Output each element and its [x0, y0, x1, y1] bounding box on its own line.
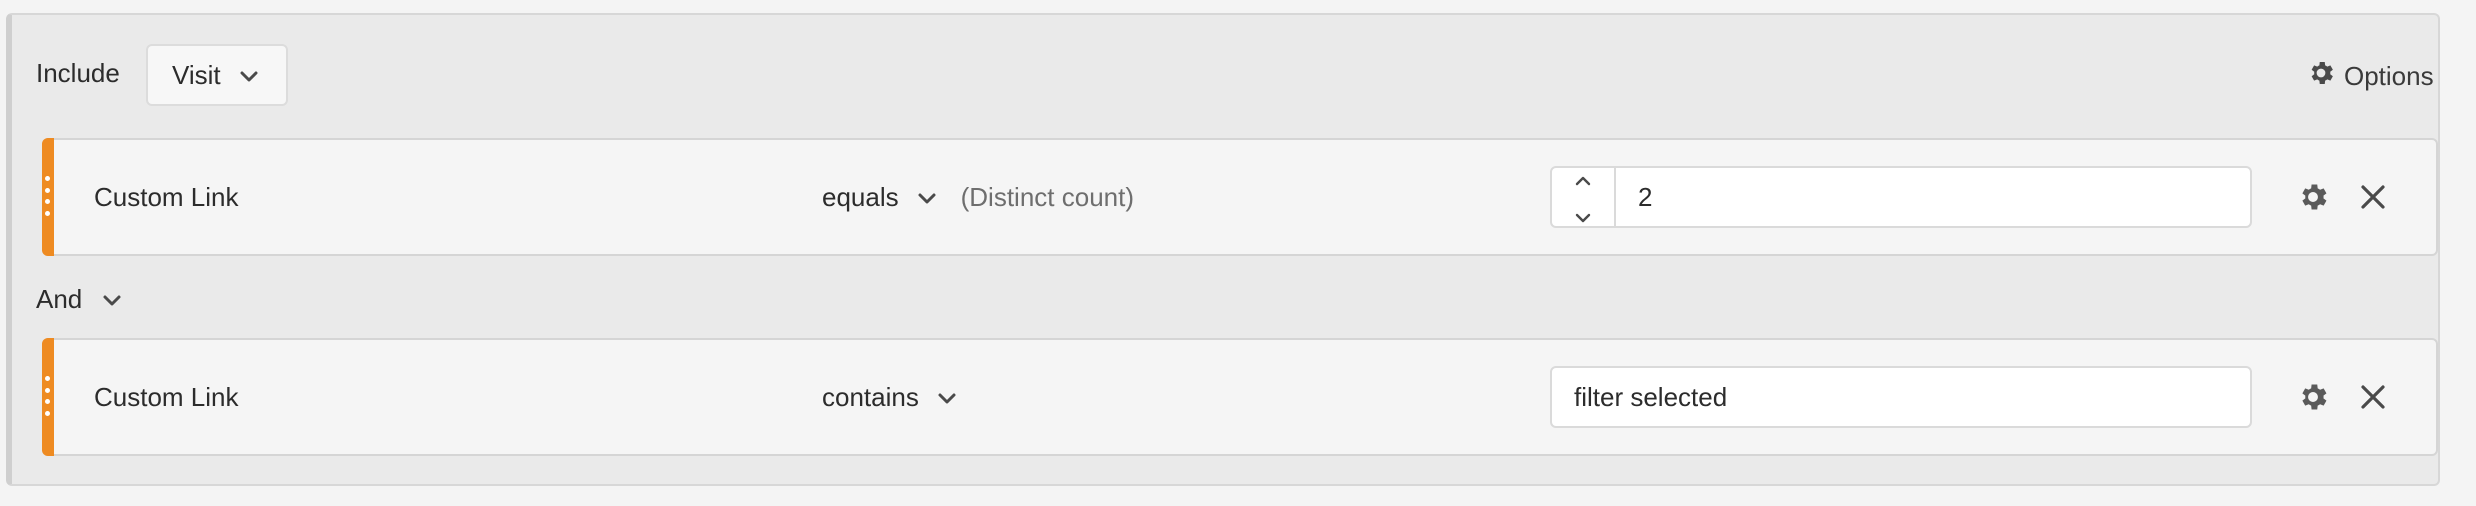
gear-icon	[2306, 58, 2344, 95]
gear-icon[interactable]	[2296, 180, 2330, 219]
value-input[interactable]: filter selected	[1550, 366, 2252, 428]
container-type-value: Visit	[172, 59, 221, 90]
chevron-down-icon	[102, 284, 122, 315]
gear-icon[interactable]	[2296, 380, 2330, 419]
value-input[interactable]: 2	[1550, 166, 2252, 228]
logic-connector-dropdown[interactable]: And	[36, 284, 122, 315]
connector-label: And	[36, 284, 83, 314]
close-icon[interactable]	[2358, 382, 2388, 417]
chevron-up-icon[interactable]	[1574, 163, 1592, 194]
container-type-dropdown[interactable]: Visit	[146, 44, 288, 106]
operator-value: equals	[822, 182, 899, 212]
rule-row[interactable]: Custom Link contains filter selected	[42, 338, 2438, 456]
value-text[interactable]: filter selected	[1552, 382, 1727, 413]
operator-value: contains	[822, 382, 919, 412]
drag-handle[interactable]	[42, 338, 54, 456]
options-label: Options	[2344, 61, 2434, 91]
chevron-down-icon	[239, 60, 259, 91]
operator-hint: (Distinct count)	[960, 182, 1135, 212]
chevron-down-icon	[937, 382, 957, 413]
include-label: Include	[36, 58, 120, 88]
close-icon[interactable]	[2358, 182, 2388, 217]
rule-dimension[interactable]: Custom Link	[94, 382, 239, 413]
operator-dropdown[interactable]: contains	[822, 382, 957, 413]
options-button[interactable]: Options	[2306, 58, 2434, 95]
operator-dropdown[interactable]: equals (Distinct count)	[822, 182, 1134, 213]
rule-dimension[interactable]: Custom Link	[94, 182, 239, 213]
number-stepper[interactable]	[1552, 168, 1616, 226]
value-text[interactable]: 2	[1616, 182, 1652, 213]
rule-row[interactable]: Custom Link equals (Distinct count) 2	[42, 138, 2438, 256]
chevron-down-icon[interactable]	[1574, 200, 1592, 231]
drag-handle[interactable]	[42, 138, 54, 256]
chevron-down-icon	[917, 182, 937, 213]
